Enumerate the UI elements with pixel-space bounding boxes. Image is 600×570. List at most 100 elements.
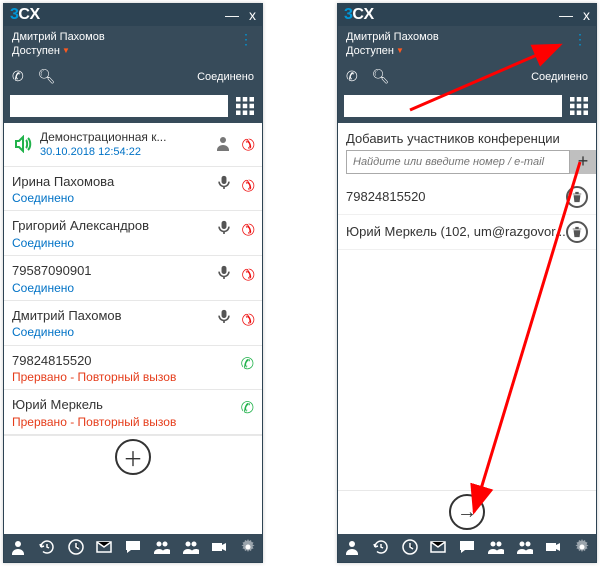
more-menu-icon[interactable]: ⋮	[239, 30, 254, 48]
search-bar	[338, 91, 596, 123]
history-nav-icon[interactable]	[373, 539, 389, 558]
presence-nav-icon[interactable]	[344, 539, 360, 558]
mute-icon[interactable]	[217, 265, 231, 284]
search-bar	[4, 91, 262, 123]
history-nav-icon[interactable]	[39, 539, 55, 558]
selected-participant-label: Юрий Меркель (102, um@razgovor...	[346, 224, 566, 239]
remove-participant-icon[interactable]	[566, 221, 588, 243]
call-icon[interactable]: ✆	[241, 354, 254, 374]
contacts-nav-icon[interactable]	[488, 539, 504, 558]
add-participants-heading: Добавить участников конференции	[338, 123, 596, 150]
chat-nav-icon[interactable]	[125, 539, 141, 558]
dialpad-icon[interactable]	[568, 95, 590, 117]
selected-participant-row: Юрий Меркель (102, um@razgovor...	[338, 215, 596, 250]
close-button[interactable]: x	[583, 8, 590, 22]
participant-name: Ирина Пахомова	[12, 173, 217, 191]
participant-row: Григорий АлександровСоединено ✆	[4, 211, 262, 256]
minimize-button[interactable]: —	[559, 8, 573, 22]
app-logo: 3CX	[344, 6, 374, 24]
dropdown-icon: ▼	[396, 46, 404, 56]
dropdown-icon: ▼	[62, 46, 70, 56]
connection-status-label: Соединено	[197, 71, 254, 83]
content-footer: →	[338, 490, 596, 534]
contacts-nav-icon[interactable]	[154, 539, 170, 558]
user-name: Дмитрий Пахомов	[12, 30, 254, 44]
speaker-icon	[12, 135, 34, 153]
voicemail-nav-icon[interactable]	[430, 539, 446, 558]
phone-icon[interactable]: ✆	[12, 68, 24, 85]
add-participant-icon[interactable]	[215, 135, 231, 154]
mute-icon[interactable]	[217, 309, 231, 328]
conference-nav-icon[interactable]	[517, 539, 533, 558]
more-menu-icon[interactable]: ⋮	[573, 30, 588, 48]
participant-status: Прервано - Повторный вызов	[12, 414, 241, 430]
participant-status: Соединено	[12, 190, 217, 206]
conference-nav-icon[interactable]	[183, 539, 199, 558]
selected-participant-label: 79824815520	[346, 189, 566, 204]
dialpad-icon[interactable]	[234, 95, 256, 117]
participant-lookup-input[interactable]	[346, 150, 570, 174]
hangup-icon[interactable]: ✆	[235, 307, 259, 331]
participant-row: Ирина ПахомоваСоединено ✆	[4, 167, 262, 212]
participant-status: Соединено	[12, 235, 217, 251]
presence-status[interactable]: Доступен▼	[346, 44, 588, 58]
phone-icon[interactable]: ✆	[346, 68, 358, 85]
presence-status[interactable]: Доступен▼	[12, 44, 254, 58]
participant-status: Прервано - Повторный вызов	[12, 369, 241, 385]
conference-date: 30.10.2018	[40, 146, 95, 158]
clock-nav-icon[interactable]	[402, 539, 418, 558]
participant-name: Дмитрий Пахомов	[12, 307, 217, 325]
conference-header-row: Демонстрационная к... 30.10.2018 12:54:2…	[4, 123, 262, 167]
proceed-button[interactable]: →	[449, 494, 485, 530]
bottom-nav	[338, 534, 596, 562]
mute-icon[interactable]	[217, 220, 231, 239]
participant-name: 79824815520	[12, 352, 241, 370]
settings-nav-icon[interactable]	[240, 539, 256, 558]
call-content: Демонстрационная к... 30.10.2018 12:54:2…	[4, 123, 262, 534]
participant-status: Соединено	[12, 324, 217, 340]
user-name: Дмитрий Пахомов	[346, 30, 588, 44]
video-nav-icon[interactable]	[211, 539, 227, 558]
participant-name: Юрий Меркель	[12, 396, 241, 414]
softphone-window-add-participants: 3CX — x Дмитрий Пахомов Доступен▼ ⋮ ✆ 🔍︎…	[337, 3, 597, 563]
participant-row: Дмитрий ПахомовСоединено ✆	[4, 301, 262, 346]
content-footer: ＋	[4, 435, 262, 479]
user-bar: Дмитрий Пахомов Доступен▼ ⋮	[338, 26, 596, 63]
participant-row: Юрий МеркельПрервано - Повторный вызов✆	[4, 390, 262, 435]
app-logo: 3CX	[10, 6, 40, 24]
video-nav-icon[interactable]	[545, 539, 561, 558]
search-icon[interactable]: 🔍︎	[38, 68, 56, 85]
chat-nav-icon[interactable]	[459, 539, 475, 558]
bottom-nav	[4, 534, 262, 562]
search-icon[interactable]: 🔍︎	[372, 68, 390, 85]
user-bar: Дмитрий Пахомов Доступен▼ ⋮	[4, 26, 262, 63]
search-input[interactable]	[10, 95, 228, 117]
add-participants-content: Добавить участников конференции + 798248…	[338, 123, 596, 534]
call-icon[interactable]: ✆	[241, 398, 254, 418]
titlebar: 3CX — x	[4, 4, 262, 26]
hangup-icon[interactable]: ✆	[235, 132, 259, 156]
participant-name: Григорий Александров	[12, 217, 217, 235]
mute-icon[interactable]	[217, 175, 231, 194]
participant-row: 79587090901Соединено✆	[4, 256, 262, 301]
connection-status-label: Соединено	[531, 71, 588, 83]
hangup-icon[interactable]: ✆	[235, 218, 259, 242]
voicemail-nav-icon[interactable]	[96, 539, 112, 558]
titlebar: 3CX — x	[338, 4, 596, 26]
settings-nav-icon[interactable]	[574, 539, 590, 558]
add-button[interactable]: ＋	[115, 439, 151, 475]
remove-participant-icon[interactable]	[566, 186, 588, 208]
hangup-icon[interactable]: ✆	[235, 173, 259, 197]
presence-nav-icon[interactable]	[10, 539, 26, 558]
clock-nav-icon[interactable]	[68, 539, 84, 558]
hangup-icon[interactable]: ✆	[235, 262, 259, 286]
selected-participant-row: 79824815520	[338, 180, 596, 215]
add-participant-plus-button[interactable]: +	[570, 150, 596, 174]
participant-name: 79587090901	[12, 262, 217, 280]
minimize-button[interactable]: —	[225, 8, 239, 22]
action-bar: ✆ 🔍︎ Соединено	[338, 63, 596, 91]
participant-row: 79824815520Прервано - Повторный вызов✆	[4, 346, 262, 391]
action-bar: ✆ 🔍︎ Соединено	[4, 63, 262, 91]
close-button[interactable]: x	[249, 8, 256, 22]
search-input[interactable]	[344, 95, 562, 117]
